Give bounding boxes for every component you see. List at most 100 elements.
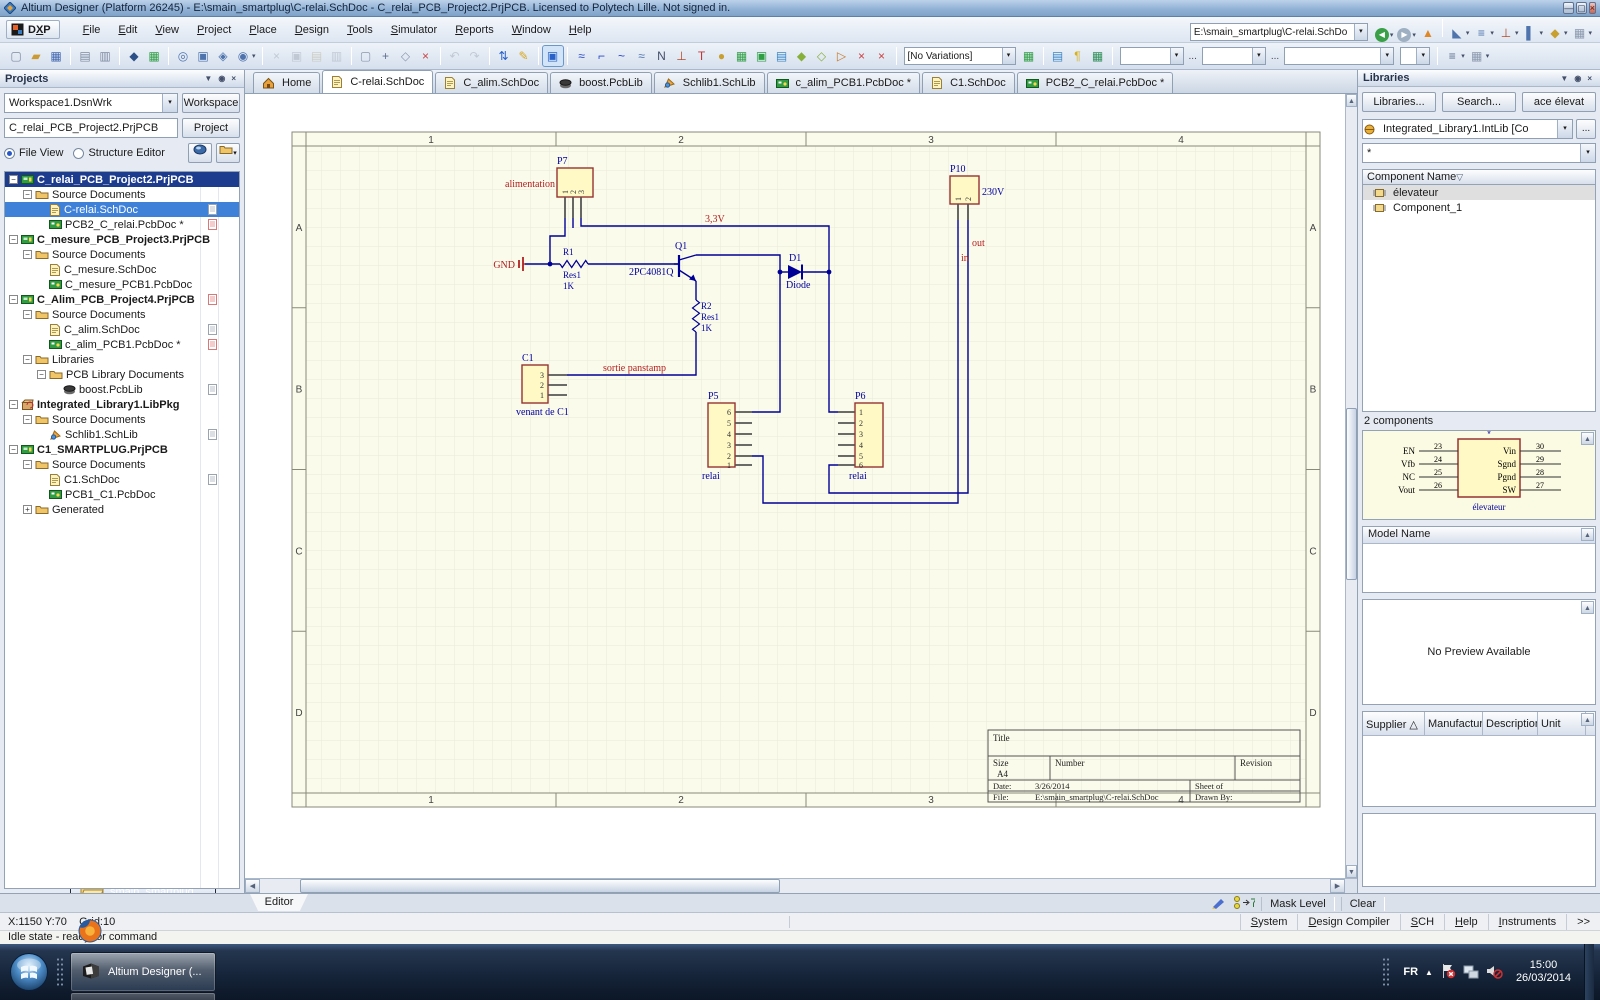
menu-help[interactable]: Help [560, 20, 601, 40]
filter-icon[interactable]: ▽ [1456, 172, 1463, 183]
tab-pcb2-c-relai-pcbdoc-[interactable]: PCB2_C_relai.PcbDoc * [1017, 72, 1174, 93]
tree-item[interactable]: −Source Documents [5, 247, 239, 262]
align-tools-icon[interactable]: ≡▾ [1442, 46, 1467, 66]
tab-home[interactable]: Home [253, 72, 320, 93]
menu-simulator[interactable]: Simulator [382, 20, 446, 40]
menu-place[interactable]: Place [240, 20, 286, 40]
place-net-label-icon[interactable]: N [652, 46, 672, 66]
tree-item[interactable]: C_alim.SchDoc [5, 322, 239, 337]
taskbar-courrier-bo-te-d--button[interactable]: eCourrier :: Boîte d... [70, 992, 216, 1000]
tree-item[interactable]: +Generated [5, 502, 239, 517]
model-name-header[interactable]: Model Name [1363, 527, 1595, 544]
place-bus-icon[interactable]: ⌐ [592, 46, 612, 66]
language-indicator[interactable]: FR [1403, 966, 1418, 978]
place-vcc-power-port-icon[interactable]: T [692, 46, 712, 66]
zoom-selected-icon[interactable]: ◈ [213, 46, 233, 66]
tab-schlib1-schlib[interactable]: Schlib1.SchLib [654, 72, 765, 93]
scroll-up-icon[interactable]: ▲ [1581, 432, 1594, 445]
menu-file[interactable]: File [74, 20, 110, 40]
statusbar-help[interactable]: Help [1444, 914, 1488, 930]
collapse-icon[interactable]: − [23, 355, 32, 364]
place-sheet-entry-icon[interactable]: ▤ [772, 46, 792, 66]
layer-stack-icon[interactable]: ≡▾ [1471, 23, 1496, 43]
menu-reports[interactable]: Reports [446, 20, 503, 40]
tree-item[interactable]: −Source Documents [5, 187, 239, 202]
statusbar--[interactable]: >> [1566, 914, 1600, 930]
collapse-icon[interactable]: − [23, 415, 32, 424]
collapse-icon[interactable]: − [23, 310, 32, 319]
collapse-icon[interactable]: − [23, 250, 32, 259]
pin-icon[interactable]: ▌▾ [1520, 23, 1545, 43]
minimize-button[interactable]: — [1563, 2, 1574, 14]
filter-combo-3[interactable]: ▾ [1284, 47, 1394, 65]
column-header-description[interactable]: Description [1483, 712, 1538, 735]
document-options-icon[interactable]: ▤ [1048, 46, 1068, 66]
clock[interactable]: 15:00 26/03/2014 [1510, 959, 1577, 985]
schematic-sheet[interactable]: 11223344AABBCCDDP7123P1012C1venant de C1… [245, 94, 1345, 878]
tree-item[interactable]: −Source Documents [5, 307, 239, 322]
grid-icon[interactable]: ▦▾ [1569, 23, 1594, 43]
structure-editor-radio[interactable] [73, 148, 84, 159]
deselect-all-icon[interactable]: × [416, 46, 436, 66]
panel-pin-icon[interactable]: ◉ [1571, 74, 1584, 83]
statusbar-instruments[interactable]: Instruments [1488, 914, 1566, 930]
place-harness-entry-icon[interactable]: ◇ [812, 46, 832, 66]
tree-item[interactable]: −Source Documents [5, 457, 239, 472]
compile-navigator-button[interactable] [188, 143, 212, 163]
mask-level-button[interactable]: Mask Level [1261, 897, 1335, 911]
place-part-icon[interactable]: ▦ [732, 46, 752, 66]
scroll-up-icon[interactable]: ▲ [1581, 713, 1594, 726]
tree-item[interactable]: Schlib1.SchLib [5, 427, 239, 442]
place-no-erc-icon[interactable]: × [852, 46, 872, 66]
reselect-icon[interactable]: ◇ [396, 46, 416, 66]
scroll-up-icon[interactable]: ▲ [1581, 601, 1594, 614]
network-icon[interactable] [1463, 963, 1479, 982]
horizontal-scroll-thumb[interactable] [300, 879, 780, 893]
cross-references-icon[interactable]: ¶ [1068, 46, 1088, 66]
variations-combo[interactable]: [No Variations]▾ [904, 47, 1016, 65]
column-header-supplier[interactable]: Supplier △ [1363, 712, 1425, 735]
place-pcb-directive-icon[interactable]: × [872, 46, 892, 66]
tree-item[interactable]: C_mesure_PCB1.PcbDoc [5, 277, 239, 292]
place-wire-icon[interactable]: ≈ [572, 46, 592, 66]
cut-icon[interactable]: × [267, 46, 287, 66]
show-desktop-button[interactable] [1584, 944, 1594, 1000]
zoom-document-icon[interactable]: ◎ [173, 46, 193, 66]
collapse-icon[interactable]: − [9, 445, 18, 454]
tree-item[interactable]: −C_relai_PCB_Project2.PrjPCB [5, 172, 239, 187]
panel-pin-icon[interactable]: ◉ [215, 74, 228, 83]
cross-probe-icon[interactable]: ⇅ [494, 46, 514, 66]
collapse-icon[interactable]: − [9, 400, 18, 409]
net-label[interactable]: 230V [982, 187, 1005, 198]
up-icon[interactable]: ▲ [1418, 23, 1438, 43]
tab-c-alim-pcb1-pcbdoc-[interactable]: c_alim_PCB1.PcbDoc * [767, 72, 921, 93]
taskbar-firefox-button[interactable] [70, 912, 110, 952]
place-bus-entry-icon[interactable]: ~ [612, 46, 632, 66]
filter-combo-1[interactable]: ▾ [1120, 47, 1184, 65]
paste-array-icon[interactable]: ▥ [327, 46, 347, 66]
component-filter-combo[interactable]: *▾ [1362, 143, 1596, 163]
file-view-radio[interactable] [4, 148, 15, 159]
place-gate-icon[interactable]: ● [712, 46, 732, 66]
place-port-icon[interactable]: ▷ [832, 46, 852, 66]
collapse-icon[interactable]: − [9, 175, 18, 184]
collapse-icon[interactable]: − [23, 190, 32, 199]
column-header-manufactur[interactable]: Manufactur [1425, 712, 1483, 735]
search-button[interactable]: Search... [1442, 92, 1516, 112]
clear-button[interactable]: Clear [1341, 897, 1385, 911]
tree-item[interactable]: −C1_SMARTPLUG.PrjPCB [5, 442, 239, 457]
open-pcb-icon[interactable]: ▦ [144, 46, 164, 66]
start-button[interactable] [8, 951, 50, 993]
dxp-menu[interactable]: DXP [6, 20, 60, 39]
component-item[interactable]: élevateur [1363, 185, 1595, 200]
compile-project-icon[interactable]: ◆ [124, 46, 144, 66]
project-combo[interactable]: C_relai_PCB_Project2.PrjPCB [4, 118, 178, 138]
statusbar-sch[interactable]: SCH [1400, 914, 1444, 930]
component-list-header[interactable]: Component Name ▽ [1362, 169, 1596, 185]
back-icon[interactable]: ◀▾ [1373, 25, 1396, 45]
open-project-button[interactable]: ▾ [216, 143, 240, 163]
tab-c-relai-schdoc[interactable]: C-relai.SchDoc [322, 70, 433, 93]
action-center-icon[interactable] [1440, 963, 1456, 982]
filter-combo-2[interactable]: ▾ [1202, 47, 1266, 65]
tab-boost-pcblib[interactable]: boost.PcbLib [550, 72, 652, 93]
